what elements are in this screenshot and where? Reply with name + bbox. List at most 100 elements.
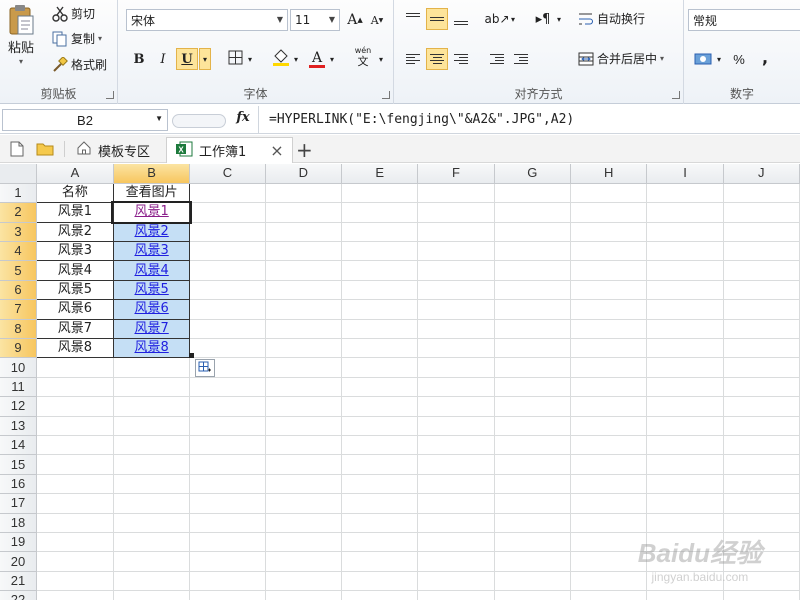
cell[interactable] — [646, 241, 724, 262]
cell[interactable] — [417, 551, 495, 572]
cell[interactable] — [570, 513, 648, 533]
comma-button[interactable]: , — [754, 46, 776, 68]
cell[interactable] — [36, 357, 114, 378]
cell[interactable] — [189, 474, 266, 495]
fill-color-button[interactable] — [270, 48, 292, 70]
cell[interactable] — [494, 474, 572, 495]
cell[interactable] — [189, 260, 266, 281]
cell[interactable] — [417, 319, 495, 340]
cell[interactable] — [341, 222, 419, 243]
cell[interactable] — [723, 474, 800, 495]
cell[interactable] — [189, 377, 266, 398]
cell[interactable] — [265, 474, 343, 495]
font-size-select[interactable]: 11 ▼ — [290, 9, 340, 31]
cell[interactable] — [113, 493, 191, 514]
cell-b1[interactable]: 查看图片 — [112, 182, 191, 204]
cell[interactable] — [417, 435, 495, 456]
row-header[interactable]: 12 — [0, 396, 37, 417]
cell[interactable] — [189, 222, 266, 243]
cell[interactable] — [189, 590, 266, 600]
currency-icon[interactable] — [692, 48, 714, 70]
cell[interactable] — [36, 416, 114, 436]
cell[interactable] — [646, 299, 724, 320]
column-header-a[interactable]: A — [36, 164, 114, 184]
cell[interactable] — [494, 338, 572, 359]
column-header-j[interactable]: J — [723, 164, 800, 184]
column-header-f[interactable]: F — [417, 164, 495, 184]
clipboard-launcher-icon[interactable] — [106, 91, 114, 99]
cell[interactable] — [570, 571, 648, 592]
cell[interactable] — [341, 532, 419, 553]
cell[interactable] — [341, 338, 419, 359]
cell[interactable] — [341, 590, 419, 600]
row-header[interactable]: 20 — [0, 551, 37, 572]
row-header[interactable]: 17 — [0, 493, 37, 514]
cell[interactable] — [646, 590, 724, 600]
cell[interactable] — [341, 551, 419, 572]
cell[interactable] — [265, 590, 343, 600]
cell-a6[interactable]: 风景5 — [35, 279, 114, 301]
cell[interactable] — [723, 280, 800, 301]
row-header[interactable]: 13 — [0, 416, 37, 436]
row-header[interactable]: 4 — [0, 241, 37, 262]
cell[interactable] — [494, 571, 572, 592]
cell[interactable] — [113, 513, 191, 533]
tab-template-zone[interactable]: 模板专区 — [68, 137, 158, 163]
close-icon[interactable]: × — [270, 141, 283, 160]
borders-dropdown-icon[interactable]: ▾ — [245, 48, 255, 70]
cell[interactable] — [189, 299, 266, 320]
cell[interactable] — [417, 474, 495, 495]
cell[interactable] — [417, 338, 495, 359]
rtl-icon[interactable]: ▸¶ — [532, 8, 554, 30]
row-header[interactable]: 3 — [0, 222, 37, 243]
cell[interactable] — [189, 416, 266, 436]
percent-button[interactable]: % — [728, 48, 750, 70]
cell[interactable] — [646, 513, 724, 533]
cell[interactable] — [417, 513, 495, 533]
currency-dropdown-icon[interactable]: ▾ — [714, 48, 724, 70]
cell[interactable] — [36, 513, 114, 533]
row-header[interactable]: 5 — [0, 260, 37, 281]
cell[interactable] — [189, 571, 266, 592]
column-header-g[interactable]: G — [494, 164, 572, 184]
cell[interactable] — [494, 183, 572, 204]
cell[interactable] — [265, 416, 343, 436]
name-box[interactable]: B2 ▼ — [2, 109, 168, 131]
cell[interactable] — [36, 571, 114, 592]
bold-button[interactable]: B — [128, 48, 150, 70]
hyperlink-cell-b6[interactable]: 风景5 — [112, 279, 191, 301]
merge-center-button[interactable]: 合并后居中 ▾ — [578, 50, 664, 67]
cell[interactable] — [646, 474, 724, 495]
cell-a7[interactable]: 风景6 — [35, 299, 114, 320]
cell[interactable] — [494, 299, 572, 320]
orientation-icon[interactable]: ab↗ — [484, 8, 509, 30]
cell[interactable] — [570, 338, 648, 359]
row-header[interactable]: 21 — [0, 571, 37, 592]
cell[interactable] — [646, 396, 724, 417]
cell[interactable] — [646, 260, 724, 281]
cell[interactable] — [341, 571, 419, 592]
select-all-corner[interactable] — [0, 164, 37, 184]
phonetic-dropdown-icon[interactable]: ▾ — [376, 48, 386, 70]
folder-icon[interactable] — [36, 141, 54, 160]
cell[interactable] — [723, 241, 800, 262]
cell[interactable] — [723, 299, 800, 320]
cell[interactable] — [494, 357, 572, 378]
cell[interactable] — [723, 183, 800, 204]
cell[interactable] — [341, 474, 419, 495]
cell[interactable] — [341, 280, 419, 301]
cell[interactable] — [570, 474, 648, 495]
tab-workbook1[interactable]: X 工作簿1 × — [166, 137, 293, 163]
auto-fill-options-button[interactable] — [195, 359, 215, 377]
cell[interactable] — [646, 357, 724, 378]
cell[interactable] — [570, 319, 648, 340]
cell[interactable] — [36, 590, 114, 600]
cell[interactable] — [36, 435, 114, 456]
cell[interactable] — [417, 454, 495, 475]
cell[interactable] — [113, 454, 191, 475]
cell[interactable] — [570, 435, 648, 456]
align-top-icon[interactable] — [402, 8, 424, 30]
cell[interactable] — [723, 435, 800, 456]
underline-button[interactable]: U — [176, 48, 198, 70]
cell[interactable] — [265, 338, 343, 359]
